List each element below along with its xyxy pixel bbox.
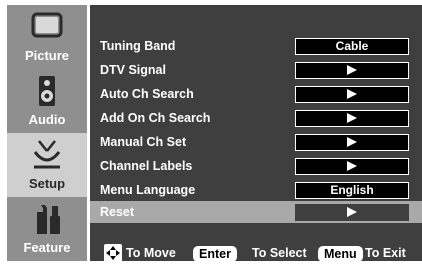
play-arrow-icon — [347, 160, 357, 171]
sidebar-item-picture[interactable]: Picture — [7, 5, 87, 69]
sidebar-item-feature[interactable]: Feature — [7, 197, 87, 261]
menu-row-label: DTV Signal — [100, 63, 166, 77]
menu-row-label: Add On Ch Search — [100, 111, 211, 125]
sidebar-item-label: Setup — [28, 176, 66, 191]
menu-row-label: Auto Ch Search — [100, 87, 194, 101]
menu-row-menu-language[interactable]: Menu Language English — [90, 179, 422, 201]
submenu-arrow — [295, 134, 409, 151]
monitor-icon — [29, 10, 65, 44]
menu-row-manual-ch-set[interactable]: Manual Ch Set — [90, 131, 422, 153]
move-hint-label: To Move — [126, 246, 176, 260]
play-arrow-icon — [347, 88, 357, 99]
enter-key-badge: Enter — [193, 246, 237, 262]
play-arrow-icon — [347, 112, 357, 123]
sidebar-item-setup[interactable]: Setup — [7, 133, 87, 197]
menu-row-label: Reset — [100, 205, 135, 219]
menu-row-label: Tuning Band — [100, 39, 176, 53]
sidebar-item-label: Feature — [23, 240, 71, 255]
speaker-icon — [29, 74, 65, 108]
menu-row-add-on-ch-search[interactable]: Add On Ch Search — [90, 107, 422, 129]
submenu-arrow — [295, 110, 409, 127]
sidebar-item-audio[interactable]: Audio — [7, 69, 87, 133]
submenu-arrow — [295, 158, 409, 175]
play-arrow-icon — [347, 206, 357, 217]
menu-key-badge: Menu — [318, 246, 363, 262]
menu-row-dtv-signal[interactable]: DTV Signal — [90, 59, 422, 81]
menu-row-reset[interactable]: Reset — [90, 201, 422, 223]
tools-icon — [29, 202, 65, 236]
sidebar-item-label: Audio — [28, 112, 66, 127]
play-arrow-icon — [347, 136, 357, 147]
menu-row-value: English — [295, 182, 409, 199]
category-sidebar: Picture Audio Setup Feature — [7, 5, 87, 261]
menu-row-label: Manual Ch Set — [100, 135, 187, 149]
select-hint-label: To Select — [252, 246, 307, 260]
menu-row-channel-labels[interactable]: Channel Labels — [90, 155, 422, 177]
submenu-arrow — [295, 62, 409, 79]
menu-row-label: Menu Language — [100, 183, 196, 197]
menu-row-tuning-band[interactable]: Tuning Band Cable — [90, 35, 422, 57]
sidebar-item-label: Picture — [24, 48, 70, 63]
exit-hint-label: To Exit — [365, 246, 406, 260]
setup-menu-panel: Tuning Band Cable DTV Signal Auto Ch Sea… — [90, 5, 422, 262]
menu-row-label: Channel Labels — [100, 159, 193, 173]
tv-menu-screen: Picture Audio Setup Feature Tuning Band … — [0, 0, 422, 262]
submenu-arrow — [295, 86, 409, 103]
menu-row-auto-ch-search[interactable]: Auto Ch Search — [90, 83, 422, 105]
menu-row-value: Cable — [295, 38, 409, 55]
navigation-help-bar: To Move Enter To Select Menu To Exit — [90, 244, 422, 262]
play-arrow-icon — [347, 64, 357, 75]
antenna-tv-icon — [29, 138, 65, 172]
submenu-arrow — [295, 204, 409, 221]
